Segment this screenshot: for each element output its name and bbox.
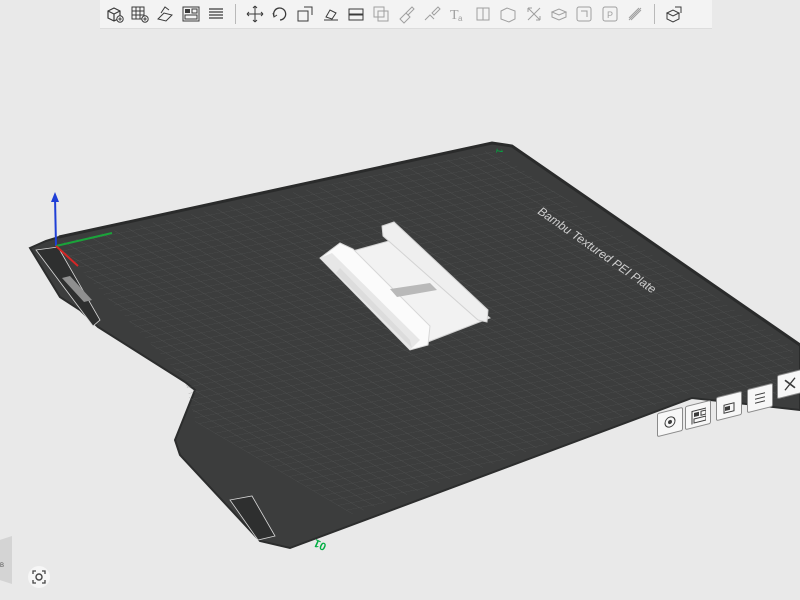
viewport[interactable]: 1 01 Bambu Textured PEI Plate [0,0,800,600]
auto-orient-icon [664,416,676,428]
plate-settings-button[interactable] [747,382,773,414]
view-cube[interactable] [0,536,12,584]
plate-settings-icon [755,392,765,404]
arrange-icon [691,406,706,425]
lock-icon [723,402,735,414]
view-cube-label: B [0,563,5,569]
plate-toolbar [655,368,800,438]
arrange-button[interactable] [685,399,711,431]
close-button[interactable] [777,368,800,400]
zoom-fit-icon [32,570,46,584]
close-icon [784,377,796,391]
lock-button[interactable] [716,390,742,422]
zoom-to-fit-button[interactable] [28,566,50,588]
